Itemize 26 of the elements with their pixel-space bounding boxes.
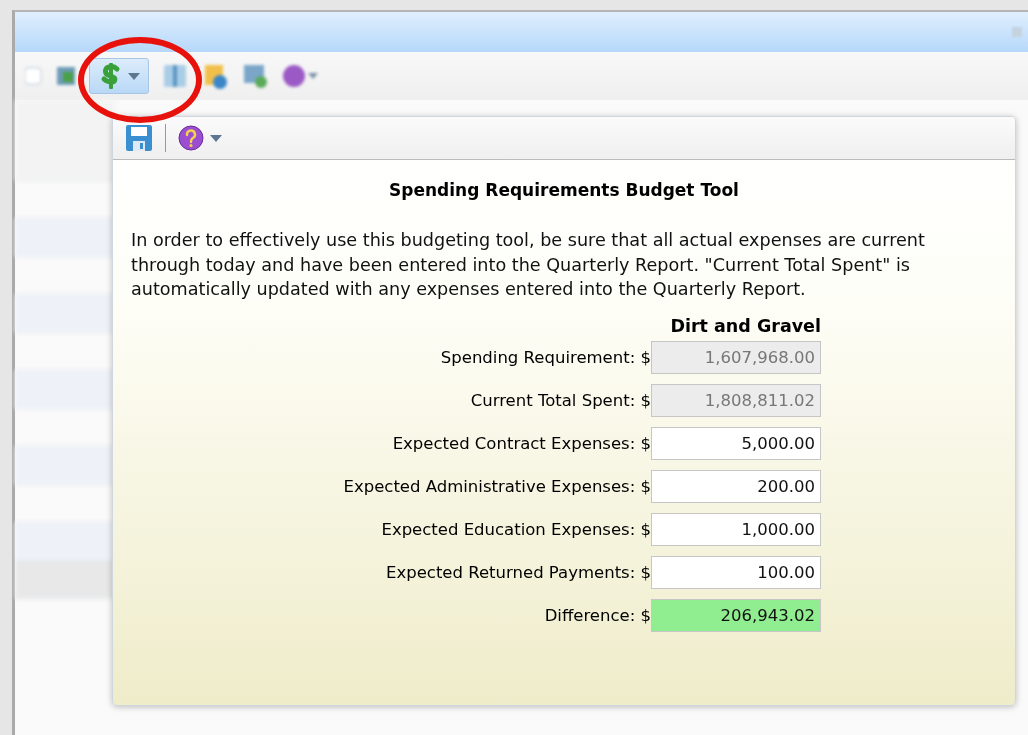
help-icon[interactable] bbox=[281, 62, 321, 90]
input-field[interactable]: 5,000.00 bbox=[651, 426, 821, 460]
sheet-icon[interactable] bbox=[55, 64, 77, 88]
save-icon[interactable] bbox=[125, 124, 153, 152]
field-label: Expected Education Expenses: $ bbox=[380, 519, 651, 539]
field-label: Difference: $ bbox=[543, 605, 651, 625]
export-icon[interactable] bbox=[241, 62, 269, 90]
input-field[interactable]: 200.00 bbox=[651, 469, 821, 503]
tool-title: Spending Requirements Budget Tool bbox=[388, 180, 740, 200]
readonly-field: 1,808,811.02 bbox=[651, 383, 821, 417]
input-field[interactable]: 100.00 bbox=[651, 555, 821, 589]
book-icon[interactable] bbox=[161, 62, 189, 90]
input-field[interactable]: 1,000.00 bbox=[651, 512, 821, 546]
field-label: Current Total Spent: $ bbox=[469, 390, 651, 410]
help-icon bbox=[178, 125, 204, 151]
field-label: Expected Contract Expenses: $ bbox=[391, 433, 651, 453]
budget-dropdown-button[interactable] bbox=[89, 58, 149, 94]
field-label: Expected Returned Payments: $ bbox=[385, 562, 651, 582]
difference-field: 206,943.02 bbox=[651, 598, 821, 632]
field-label: Expected Administrative Expenses: $ bbox=[342, 476, 651, 496]
help-dropdown-button[interactable] bbox=[178, 125, 222, 151]
readonly-field: 1,607,968.00 bbox=[651, 340, 821, 374]
column-header: Dirt and Gravel bbox=[669, 315, 821, 336]
field-icon[interactable] bbox=[25, 64, 43, 88]
instructions-text: In order to effectively use this budgeting tool, be sure that all actual expenses are current through today and have been entered into the Quarterly Report. "Current Total Spent" is automatically updated with any expenses entered into the Quarterly Report. bbox=[131, 229, 926, 301]
field-label: Spending Requirement: $ bbox=[439, 347, 651, 367]
